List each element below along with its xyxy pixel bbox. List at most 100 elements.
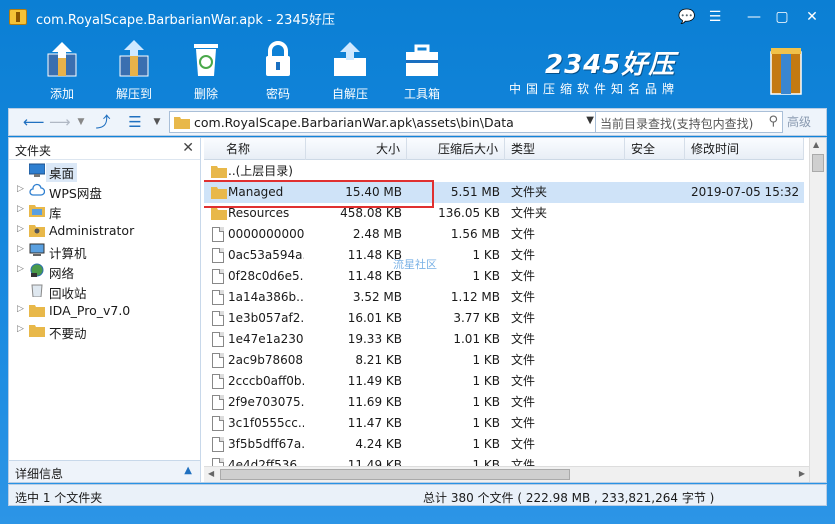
expand-arrow-icon[interactable]: ▷ [17, 324, 24, 334]
path-input[interactable]: com.RoyalScape.BarbarianWar.apk\assets\b… [169, 111, 599, 133]
sidebar-item[interactable]: ▷ Administrator [9, 220, 200, 240]
table-row[interactable]: 0000000000... 2.48 MB 1.56 MB 文件 [204, 224, 804, 245]
file-type: 文件 [511, 437, 536, 451]
file-size: 16.01 KB [347, 311, 402, 325]
details-toggle[interactable]: 详细信息 ▲ [9, 460, 200, 482]
table-row[interactable]: 2ac9b78608... 8.21 KB 1 KB 文件 [204, 350, 804, 371]
forward-icon[interactable]: ⟶ [49, 113, 71, 131]
toolbox-button[interactable]: 工具箱 [390, 40, 454, 102]
table-row[interactable]: 1a14a386b... 3.52 MB 1.12 MB 文件 [204, 287, 804, 308]
expand-arrow-icon[interactable]: ▷ [17, 204, 24, 214]
sidebar-item[interactable]: ▷ IDA_Pro_v7.0 [9, 300, 200, 320]
scroll-left-icon[interactable]: ◀ [208, 469, 214, 478]
scroll-up-icon[interactable]: ▲ [813, 140, 819, 149]
password-button[interactable]: 密码 [246, 40, 310, 102]
brand-name: 2345好压 [545, 50, 676, 80]
vertical-scroll-thumb[interactable] [812, 154, 824, 172]
table-row[interactable]: 2cccb0aff0b... 11.49 KB 1 KB 文件 [204, 371, 804, 392]
library-icon [29, 203, 45, 217]
horizontal-scrollbar[interactable]: ◀ ▶ [204, 466, 809, 482]
feedback-icon[interactable]: 💬 [675, 6, 699, 28]
sidebar-item[interactable]: ▷ WPS网盘 [9, 180, 200, 201]
up-folder-icon[interactable]: ⤴ [93, 113, 113, 131]
column-type[interactable]: 类型 [505, 138, 625, 160]
table-row[interactable]: 0ac53a594a...11.48 KB1 KB文件 [204, 245, 804, 266]
file-size: 2.48 MB [352, 227, 402, 241]
table-row[interactable]: 1e3b057af2... 16.01 KB 3.77 KB 文件 [204, 308, 804, 329]
nav-bar: ⟵ ⟶ ▼ ⤴ ☰ ▼ com.RoyalScape.BarbarianWar.… [8, 108, 827, 136]
table-row[interactable]: 3c1f0555cc... 11.47 KB 1 KB 文件 [204, 413, 804, 434]
file-modified [691, 413, 799, 434]
file-packed-size: 1 KB [472, 395, 500, 409]
file-list: 名称 大小 压缩后大小 类型 安全 修改时间 ..(上层目录) Managed 15… [204, 138, 826, 482]
sidebar-item[interactable]: ▷ 计算机 [9, 240, 200, 261]
folder-icon [29, 323, 45, 337]
file-name: ..(上层目录) [228, 164, 293, 178]
sidebar-item[interactable]: 回收站 [9, 280, 200, 301]
watermark-text: 流星社区 [393, 258, 437, 271]
expand-arrow-icon[interactable]: ▷ [17, 184, 24, 194]
table-row[interactable]: 2f9e703075... 11.69 KB 1 KB 文件 [204, 392, 804, 413]
history-dropdown-icon[interactable]: ▼ [71, 113, 91, 131]
maximize-button[interactable]: ▢ [770, 6, 794, 28]
sidebar-item[interactable]: ▷ 库 [9, 200, 200, 221]
column-name[interactable]: 名称 [204, 138, 306, 160]
file-size: 3.52 MB [352, 290, 402, 304]
password-label: 密码 [265, 87, 290, 101]
toolbar: 添加 解压到 删除 密码 自解压 工具箱 2345好压 中国压缩软件知名品牌 [0, 34, 835, 106]
app-icon [9, 9, 27, 25]
table-row[interactable]: 3f5b5dff67a... 4.24 KB 1 KB 文件 [204, 434, 804, 455]
computer-icon [29, 243, 45, 257]
desktop-icon [28, 163, 46, 177]
file-name: Resources [228, 206, 290, 220]
file-packed-size: 1.01 KB [453, 332, 500, 346]
expand-arrow-icon[interactable]: ▷ [17, 304, 24, 314]
column-modified[interactable]: 修改时间 [685, 138, 804, 160]
minimize-button[interactable]: — [742, 6, 766, 28]
file-icon [212, 227, 224, 242]
file-type: 文件 [511, 332, 536, 346]
table-row[interactable]: ..(上层目录) [204, 161, 804, 182]
file-name: 2ac9b78608... [228, 353, 304, 367]
file-name: 3f5b5dff67a... [228, 437, 304, 451]
expand-arrow-icon[interactable]: ▷ [17, 244, 24, 254]
sidebar-item[interactable]: 桌面 [9, 160, 200, 182]
chevron-up-icon[interactable]: ▲ [184, 465, 192, 476]
column-security[interactable]: 安全 [625, 138, 685, 160]
brand-logo-icon [770, 48, 802, 95]
path-dropdown-icon[interactable]: ▼ [586, 115, 594, 126]
column-packed[interactable]: 压缩后大小 [407, 138, 505, 160]
extract-to-button[interactable]: 解压到 [102, 40, 166, 102]
file-type: 文件 [511, 248, 536, 262]
sidebar-header: 文件夹 ✕ [9, 138, 200, 160]
folder-sidebar: 文件夹 ✕ 桌面 ▷ WPS网盘 ▷ 库 ▷ Administrator ▷ 计算机 ▷ 网络 回收站… [9, 138, 201, 482]
sidebar-item[interactable]: ▷ 不要动 [9, 320, 200, 341]
expand-arrow-icon[interactable]: ▷ [17, 224, 24, 234]
self-extract-button[interactable]: 自解压 [318, 40, 382, 102]
expand-arrow-icon[interactable]: ▷ [17, 264, 24, 274]
table-row[interactable]: 0f28c0d6e5... 11.48 KB 1 KB 文件 [204, 266, 804, 287]
advanced-search-link[interactable]: 高级 [787, 113, 811, 130]
view-list-icon[interactable]: ☰ [125, 113, 145, 131]
table-row[interactable]: 1e47e1a230... 19.33 KB 1.01 KB 文件 [204, 329, 804, 350]
delete-button[interactable]: 删除 [174, 40, 238, 102]
column-size[interactable]: 大小 [306, 138, 407, 160]
menu-icon[interactable]: ☰ [703, 6, 727, 28]
vertical-scrollbar[interactable]: ▲ [809, 138, 826, 482]
horizontal-scroll-thumb[interactable] [220, 469, 570, 480]
file-modified [691, 329, 799, 350]
file-type: 文件 [511, 269, 536, 283]
sidebar-item[interactable]: ▷ 网络 [9, 260, 200, 281]
sidebar-close-icon[interactable]: ✕ [182, 140, 194, 156]
back-icon[interactable]: ⟵ [23, 113, 45, 131]
lock-icon [266, 41, 290, 76]
table-row[interactable]: Resources 458.08 KB 136.05 KB 文件夹 [204, 203, 804, 224]
status-bar: 选中 1 个文件夹 总计 380 个文件 ( 222.98 MB , 233,8… [8, 484, 827, 506]
search-input[interactable]: 当前目录查找(支持包内查找) ⚲ [595, 111, 783, 133]
scroll-right-icon[interactable]: ▶ [799, 469, 805, 478]
view-dropdown-icon[interactable]: ▼ [147, 113, 167, 131]
close-button[interactable]: ✕ [800, 6, 824, 28]
table-row[interactable]: Managed 15.40 MB 5.51 MB 文件夹 2019-07-05 15:3… [204, 180, 804, 208]
add-button[interactable]: 添加 [30, 40, 94, 102]
search-icon[interactable]: ⚲ [768, 114, 778, 129]
